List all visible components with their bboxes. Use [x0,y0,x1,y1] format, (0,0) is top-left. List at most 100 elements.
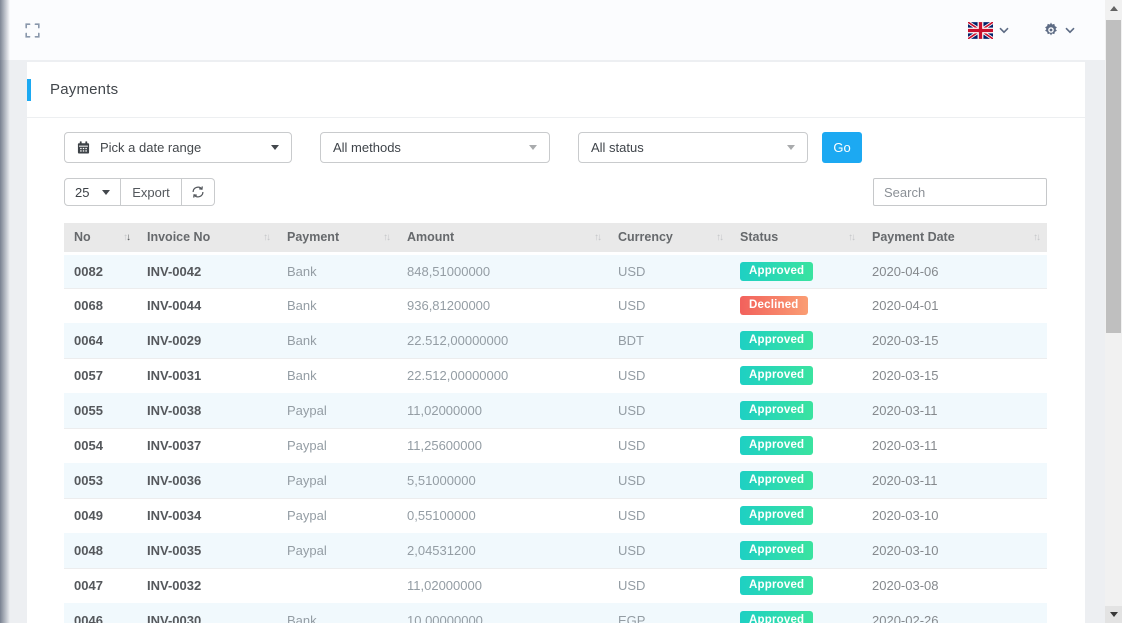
cell-inv: INV-0035 [137,533,277,568]
column-label: Amount [407,230,454,244]
cell-cur: USD [608,358,730,393]
methods-select[interactable]: All methods [320,132,550,163]
page-size-value: 25 [75,185,89,200]
payments-page: Payments Pick a da [0,0,1122,623]
cell-no: 0068 [64,288,137,323]
cell-amt: 5,51000000 [397,463,608,498]
vertical-scrollbar[interactable] [1105,0,1122,623]
cell-cur: USD [608,288,730,323]
triangle-down-icon [1110,612,1118,617]
cell-amt: 936,81200000 [397,288,608,323]
cell-cur: USD [608,498,730,533]
cell-status: Approved [730,603,862,623]
sort-icon: ↑↓ [1033,232,1039,243]
column-label: Payment [287,230,339,244]
table-row: 0049INV-0034Paypal0,55100000USDApproved2… [64,498,1047,533]
cell-date: 2020-03-10 [862,533,1047,568]
filters-row: Pick a date range All methods All status… [64,132,1047,163]
cell-amt: 2,04531200 [397,533,608,568]
column-header-no[interactable]: No↑↓ [64,223,137,253]
title-accent-bar [27,79,31,101]
date-range-picker[interactable]: Pick a date range [64,132,292,163]
scrollbar-thumb[interactable] [1106,20,1121,333]
gear-icon [1043,22,1059,38]
column-header-amount[interactable]: Amount ↑↓ [397,223,608,253]
cell-cur: USD [608,463,730,498]
cell-no: 0057 [64,358,137,393]
cell-inv: INV-0031 [137,358,277,393]
table-row: 0054INV-0037Paypal11,25600000USDApproved… [64,428,1047,463]
cell-no: 0054 [64,428,137,463]
export-button[interactable]: Export [121,178,182,206]
status-selected-value: All status [591,140,644,155]
status-badge: Approved [740,366,813,385]
caret-down-icon [787,145,795,150]
methods-selected-value: All methods [333,140,401,155]
fullscreen-toggle-button[interactable] [22,20,42,40]
column-header-payment[interactable]: Payment ↑↓ [277,223,397,253]
cell-cur: USD [608,253,730,288]
cell-status: Approved [730,428,862,463]
status-badge: Approved [740,506,813,525]
cell-inv: INV-0036 [137,463,277,498]
cell-date: 2020-03-11 [862,428,1047,463]
sort-icon: ↑↓ [383,232,389,243]
refresh-button[interactable] [182,178,215,206]
status-badge: Approved [740,262,813,281]
status-badge: Approved [740,436,813,455]
scroll-down-button[interactable] [1105,606,1122,623]
page-title: Payments [50,81,118,98]
sidebar-edge-shadow [0,0,10,623]
cell-inv: INV-0034 [137,498,277,533]
cell-amt: 22.512,00000000 [397,358,608,393]
cell-amt: 10,00000000 [397,603,608,623]
cell-date: 2020-03-08 [862,568,1047,603]
cell-pay: Bank [277,323,397,358]
status-badge: Approved [740,331,813,350]
column-header-payment-date[interactable]: Payment Date↑↓ [862,223,1047,253]
settings-dropdown[interactable] [1043,22,1075,38]
cell-date: 2020-03-11 [862,463,1047,498]
table-header-row: No↑↓Invoice No↑↓Payment↑↓Amount↑↓Currenc… [64,223,1047,253]
cell-inv: INV-0030 [137,603,277,623]
scroll-up-button[interactable] [1105,0,1122,17]
cell-status: Approved [730,253,862,288]
go-button[interactable]: Go [822,132,862,163]
cell-status: Approved [730,463,862,498]
cell-date: 2020-03-10 [862,498,1047,533]
cell-status: Approved [730,358,862,393]
cell-cur: USD [608,568,730,603]
column-header-currency[interactable]: Currency↑↓ [608,223,730,253]
cell-date: 2020-03-11 [862,393,1047,428]
column-header-status[interactable]: Status↑↓ [730,223,862,253]
cell-cur: EGP [608,603,730,623]
page-size-select[interactable]: 25 [64,178,121,206]
status-badge: Approved [740,471,813,490]
sort-icon: ↑↓ [716,232,722,243]
cell-no: 0082 [64,253,137,288]
table-row: 0053INV-0036Paypal5,51000000USDApproved2… [64,463,1047,498]
cell-no: 0048 [64,533,137,568]
cell-inv: INV-0042 [137,253,277,288]
cell-no: 0064 [64,323,137,358]
status-select[interactable]: All status [578,132,808,163]
search-input[interactable] [873,178,1047,206]
cell-amt: 11,02000000 [397,393,608,428]
sort-icon: ↑↓ [594,232,600,243]
cell-no: 0049 [64,498,137,533]
cell-cur: USD [608,393,730,428]
language-dropdown[interactable] [968,22,1009,39]
toolbar-row: 25 Export [64,178,1047,206]
triangle-up-icon [1110,6,1118,11]
cell-status: Approved [730,568,862,603]
cell-cur: USD [608,533,730,568]
table-row: 0082INV-0042Bank848,51000000USDApproved2… [64,253,1047,288]
cell-status: Approved [730,393,862,428]
cell-amt: 11,25600000 [397,428,608,463]
cell-pay: Bank [277,288,397,323]
caret-down-icon [102,190,110,195]
cell-date: 2020-03-15 [862,358,1047,393]
cell-pay: Paypal [277,393,397,428]
chevron-down-icon [1065,27,1075,34]
column-header-invoice-no[interactable]: Invoice No↑↓ [137,223,277,253]
